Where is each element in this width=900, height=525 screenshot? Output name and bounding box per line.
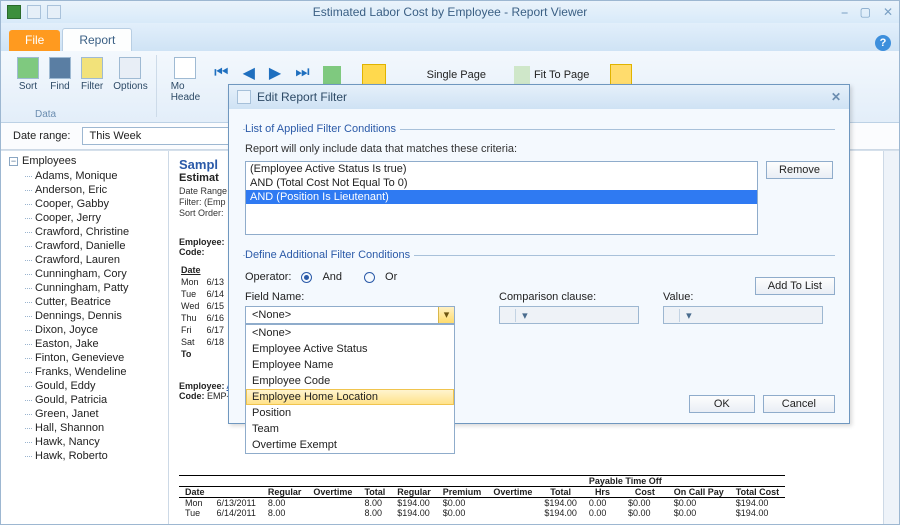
dropdown-option[interactable]: Team (246, 421, 454, 437)
help-icon[interactable]: ? (875, 35, 891, 51)
employee-tree[interactable]: − Employees Adams, MoniqueAnderson, Eric… (1, 151, 169, 524)
operator-or-radio[interactable] (364, 272, 375, 283)
dropdown-option[interactable]: Employee Home Location (246, 389, 454, 405)
zoom-icon[interactable] (646, 66, 664, 84)
remove-button[interactable]: Remove (766, 161, 833, 179)
tree-item[interactable]: Crawford, Danielle (25, 239, 164, 253)
ribbon-group-data: Sort Find Filter Options (9, 55, 157, 117)
minimize-button[interactable]: ⎯ (842, 5, 848, 20)
value-combo[interactable]: ▾ (663, 306, 823, 324)
dropdown-option[interactable]: Position (246, 405, 454, 421)
condition-item[interactable]: AND (Total Cost Not Equal To 0) (246, 176, 757, 190)
cancel-button[interactable]: Cancel (763, 395, 835, 413)
modify-headers-button[interactable]: MoHeade (171, 55, 200, 103)
tree-item[interactable]: Cooper, Jerry (25, 211, 164, 225)
report-scrollbar[interactable] (883, 151, 899, 524)
dropdown-option[interactable]: Overtime Exempt (246, 437, 454, 453)
titlebar: Estimated Labor Cost by Employee - Repor… (1, 1, 899, 23)
tree-item[interactable]: Crawford, Christine (25, 225, 164, 239)
tree-collapse-icon[interactable]: − (9, 157, 18, 166)
date-range-value: This Week (83, 130, 147, 142)
tab-file[interactable]: File (9, 30, 60, 51)
tree-item[interactable]: Dixon, Joyce (25, 323, 164, 337)
tree-item[interactable]: Green, Janet (25, 407, 164, 421)
dropdown-option[interactable]: Employee Name (246, 357, 454, 373)
tree-item[interactable]: Hall, Shannon (25, 421, 164, 435)
options-icon (119, 57, 141, 79)
condition-item[interactable]: AND (Position Is Lieutenant) (246, 190, 757, 204)
single-page-icon (407, 66, 423, 84)
dialog-close-button[interactable]: ✕ (831, 90, 841, 104)
condition-item[interactable]: (Employee Active Status Is true) (246, 162, 757, 176)
field-name-dropdown-list[interactable]: <None>Employee Active StatusEmployee Nam… (245, 324, 455, 454)
tree-item[interactable]: Easton, Jake (25, 337, 164, 351)
modify-headers-icon (174, 57, 196, 79)
last-page-icon[interactable]: ⏭ (295, 64, 309, 82)
tree-item[interactable]: Gould, Patricia (25, 393, 164, 407)
additional-conditions-legend: Define Additional Filter Conditions (245, 249, 414, 261)
tree-item[interactable]: Anderson, Eric (25, 183, 164, 197)
operator-and-radio[interactable] (301, 272, 312, 283)
sort-icon (17, 57, 39, 79)
find-button[interactable]: Find (49, 55, 71, 92)
fit-to-page-icon (514, 66, 530, 84)
close-button[interactable]: ✕ (883, 5, 893, 20)
chevron-down-icon[interactable]: ▾ (438, 307, 454, 323)
dialog-titlebar: Edit Report Filter ✕ (229, 85, 849, 109)
tree-item[interactable]: Franks, Wendeline (25, 365, 164, 379)
tree-item[interactable]: Dennings, Dennis (25, 309, 164, 323)
refresh-icon (323, 66, 341, 84)
prev-page-icon[interactable]: ◀ (243, 63, 255, 83)
qat-print-icon[interactable] (27, 5, 41, 19)
dialog-icon (237, 90, 251, 104)
conditions-list[interactable]: (Employee Active Status Is true)AND (Tot… (245, 161, 758, 235)
tree-item[interactable]: Cooper, Gabby (25, 197, 164, 211)
tree-item[interactable]: Cunningham, Patty (25, 281, 164, 295)
quick-access-toolbar (27, 5, 61, 19)
tree-item[interactable]: Cutter, Beatrice (25, 295, 164, 309)
dialog-title: Edit Report Filter (257, 90, 347, 104)
tab-strip: File Report ? (1, 23, 899, 51)
options-button[interactable]: Options (113, 55, 147, 92)
field-name-dropdown[interactable]: <None>▾ <None>Employee Active StatusEmpl… (245, 306, 455, 324)
maximize-button[interactable]: ▢ (860, 5, 871, 20)
sort-button[interactable]: Sort (17, 55, 39, 92)
tree-item[interactable]: Cunningham, Cory (25, 267, 164, 281)
applied-conditions-hint: Report will only include data that match… (245, 143, 833, 155)
first-page-icon[interactable]: ⏮ (214, 64, 228, 82)
highlight-box-icon[interactable] (362, 64, 386, 86)
tab-report[interactable]: Report (62, 28, 132, 51)
tree-item[interactable]: Hawk, Nancy (25, 435, 164, 449)
filter-button[interactable]: Filter (81, 55, 103, 92)
date-range-label: Date range: (13, 130, 70, 142)
qat-export-icon[interactable] (47, 5, 61, 19)
dropdown-option[interactable]: <None> (246, 325, 454, 341)
ok-button[interactable]: OK (689, 395, 755, 413)
tree-root-label: Employees (22, 155, 76, 167)
ribbon-group-data-caption: Data (35, 109, 56, 120)
nav-group: ⏮ ◀ ▶ ⏭ (214, 55, 309, 83)
applied-conditions-legend: List of Applied Filter Conditions (245, 123, 400, 135)
tree-item[interactable]: Adams, Monique (25, 169, 164, 183)
operator-label: Operator: (245, 271, 291, 283)
dropdown-option[interactable]: Employee Code (246, 373, 454, 389)
hand-tool-icon[interactable] (610, 64, 632, 86)
tree-item[interactable]: Finton, Genevieve (25, 351, 164, 365)
window-title: Estimated Labor Cost by Employee - Repor… (1, 5, 899, 19)
filter-icon (81, 57, 103, 79)
find-icon (49, 57, 71, 79)
comparison-combo[interactable]: ▾ (499, 306, 639, 324)
add-to-list-button[interactable]: Add To List (755, 277, 835, 295)
app-icon (7, 5, 21, 19)
tree-item[interactable]: Gould, Eddy (25, 379, 164, 393)
next-page-icon[interactable]: ▶ (269, 63, 281, 83)
tree-item[interactable]: Crawford, Lauren (25, 253, 164, 267)
dropdown-option[interactable]: Employee Active Status (246, 341, 454, 357)
edit-filter-dialog: Edit Report Filter ✕ List of Applied Fil… (228, 84, 850, 424)
comparison-label: Comparison clause: (499, 291, 649, 303)
field-name-label: Field Name: (245, 291, 455, 303)
tree-item[interactable]: Hawk, Roberto (25, 449, 164, 463)
